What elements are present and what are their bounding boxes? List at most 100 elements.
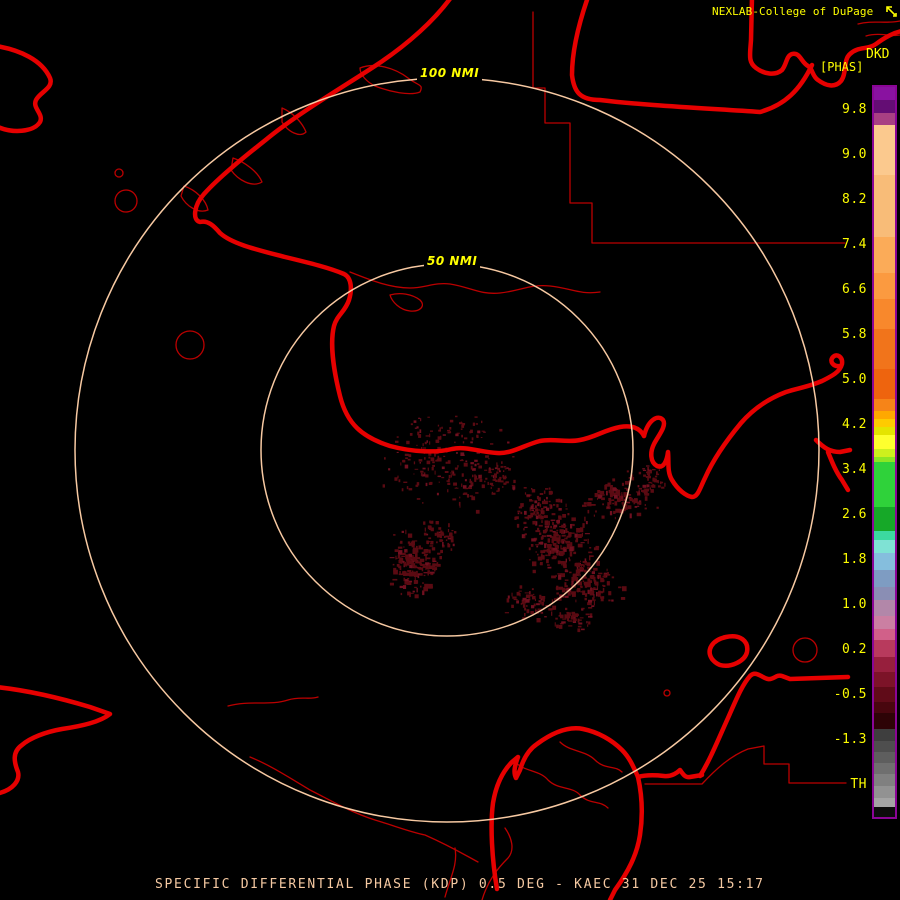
radar-echo-pixel (541, 601, 545, 606)
radar-echo-pixel (594, 581, 599, 586)
radar-echo-pixel (536, 603, 540, 606)
radar-echo-pixel (557, 573, 562, 575)
radar-echo-pixel (588, 498, 593, 501)
status-bar-text: SPECIFIC DIFFERENTIAL PHASE (KDP) 0.5 DE… (155, 877, 765, 892)
radar-echo-pixel (550, 505, 552, 510)
radar-echo-pixel (593, 514, 595, 517)
colorbar-band (874, 175, 895, 237)
radar-echo-pixel (530, 512, 534, 516)
radar-echo-pixel (502, 476, 506, 480)
radar-echo-pixel (587, 624, 589, 627)
radar-echo-pixel (541, 508, 544, 511)
radar-echo-pixel (609, 493, 613, 498)
radar-echo-pixel (423, 521, 426, 525)
radar-echo-pixel (426, 557, 431, 560)
radar-echo-pixel (399, 542, 402, 544)
radar-echo-pixel (617, 492, 621, 496)
radar-echo-pixel (447, 489, 449, 493)
radar-echo-pixel (556, 592, 559, 595)
colorbar-band (874, 807, 895, 817)
radar-echo-pixel (537, 553, 539, 556)
radar-echo-pixel (536, 509, 541, 511)
radar-echo-pixel (577, 625, 582, 628)
radar-echo-pixel (447, 429, 450, 432)
radar-echo-pixel (603, 585, 606, 587)
radar-echo-pixel (494, 475, 497, 478)
radar-echo-pixel (425, 435, 430, 437)
radar-echo-pixel (531, 538, 536, 542)
radar-display: 9.8 9.0 8.2 7.4 6.6 5.8 5.0 4.2 3.4 2.6 1.8 1.0 0.2 -… (0, 0, 900, 900)
radar-echo-pixel (620, 597, 626, 600)
radar-echo-pixel (397, 546, 403, 549)
radar-map-canvas (0, 0, 900, 900)
colorbar-tick-label: -0.5 (833, 687, 867, 702)
radar-echo-pixel (568, 557, 570, 560)
radar-echo-pixel (556, 520, 560, 523)
radar-echo-pixel (399, 585, 405, 589)
colorbar-band (874, 741, 895, 752)
radar-echo-pixel (664, 482, 666, 487)
radar-echo-pixel (556, 537, 560, 541)
radar-echo-pixel (460, 452, 465, 456)
radar-echo-pixel (580, 591, 583, 593)
radar-echo-pixel (504, 612, 509, 614)
colorbar-band (874, 449, 895, 457)
radar-echo-pixel (602, 587, 605, 593)
radar-echo-pixel (418, 417, 421, 419)
radar-echo-pixel (615, 508, 621, 513)
radar-echo-pixel (547, 566, 552, 569)
radar-echo-pixel (556, 529, 559, 531)
radar-echo-pixel (430, 430, 433, 432)
radar-echo-pixel (602, 503, 604, 506)
radar-echo-pixel (542, 500, 546, 505)
radar-echo-pixel (474, 416, 478, 418)
radar-echo-pixel (423, 586, 428, 592)
radar-echo-pixel (546, 496, 548, 500)
radar-echo-pixel (448, 523, 450, 528)
radar-echo-pixel (561, 587, 566, 593)
radar-echo-pixel (403, 577, 406, 582)
radar-echo-pixel (469, 478, 471, 482)
radar-echo-pixel (608, 599, 611, 602)
external-link-icon[interactable] (884, 4, 898, 18)
bayou-1 (227, 696, 319, 707)
radar-echo-pixel (428, 456, 431, 459)
radar-echo-pixel (530, 494, 532, 496)
radar-echo-pixel (652, 484, 655, 486)
radar-echo-pixel (523, 535, 526, 538)
radar-echo-pixel (506, 467, 509, 469)
radar-echo-pixel (579, 573, 581, 577)
radar-echo-pixel (572, 524, 575, 527)
bayou-6 (559, 741, 623, 773)
radar-echo-pixel (420, 472, 423, 476)
radar-echo-pixel (441, 426, 443, 429)
radar-echo-pixel (485, 477, 488, 480)
colorbar-band (874, 435, 895, 449)
site-title-link[interactable]: NEXLAB-College of DuPage (712, 5, 873, 18)
radar-echo-pixel (529, 559, 531, 561)
radar-echo-pixel (461, 483, 463, 487)
radar-echo-pixel (453, 482, 457, 486)
radar-echo-pixel (532, 595, 536, 600)
radar-echo-pixel (492, 475, 495, 479)
radar-echo-pixel (463, 492, 468, 495)
radar-echo-pixel (651, 469, 656, 471)
radar-echo-pixel (399, 565, 402, 571)
radar-echo-pixel (524, 607, 527, 611)
radar-echo-pixel (404, 453, 409, 456)
radar-echo-pixel (524, 516, 529, 519)
radar-echo-pixel (614, 516, 616, 520)
radar-echo-pixel (464, 487, 468, 490)
radar-echo-pixel (607, 506, 609, 509)
radar-echo-pixel (406, 440, 410, 445)
radar-echo-pixel (631, 477, 635, 481)
radar-echo-pixel (441, 466, 445, 470)
radar-echo-pixel (414, 594, 419, 599)
radar-echo-pixel (571, 581, 574, 585)
radar-echo-pixel (428, 564, 431, 567)
map-circle-right (792, 637, 818, 663)
radar-echo-pixel (401, 530, 404, 533)
radar-echo-pixel (517, 512, 520, 515)
radar-echo-pixel (492, 479, 496, 481)
radar-echo-pixel (642, 468, 646, 470)
